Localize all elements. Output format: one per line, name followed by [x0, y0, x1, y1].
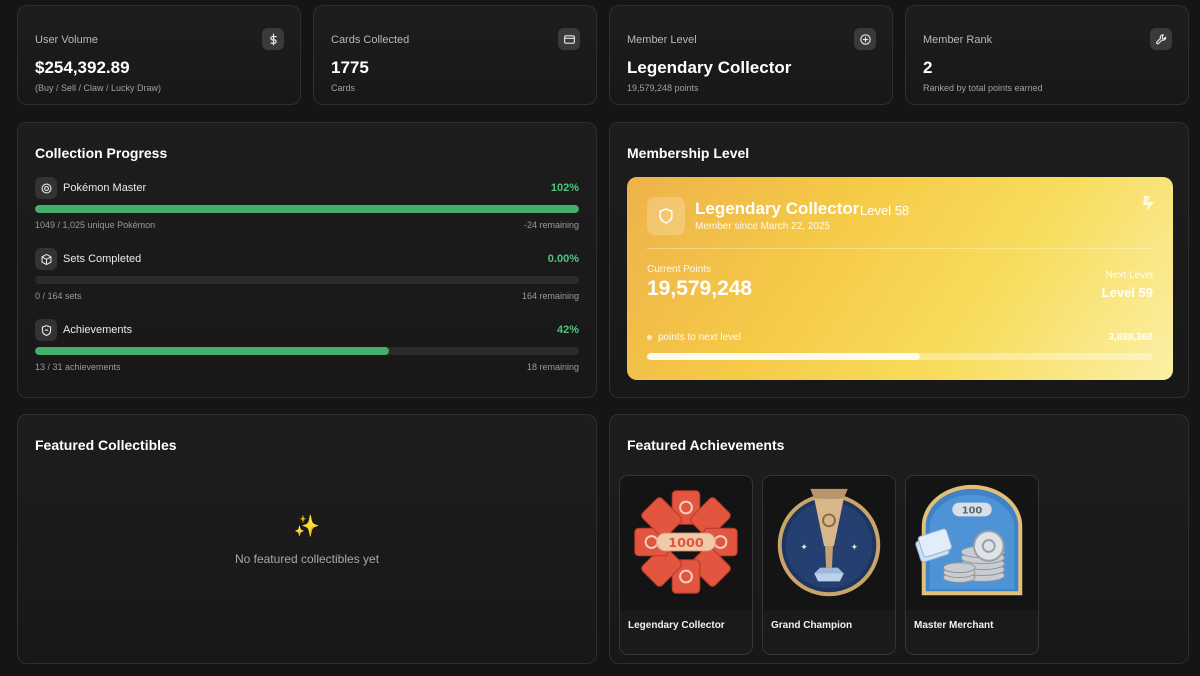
- next-level-value: Level 59: [1101, 285, 1153, 300]
- member-since: Member since March 22, 2025: [695, 221, 831, 232]
- progress-sets-completed: Sets Completed 0.00% 0 / 164 sets 164 re…: [35, 248, 579, 310]
- badge-icon: [35, 319, 57, 341]
- empty-state-text: No featured collectibles yet: [234, 552, 380, 566]
- section-title: Membership Level: [627, 145, 750, 161]
- stat-value: Legendary Collector: [627, 58, 792, 77]
- progress-name: Sets Completed: [63, 253, 142, 265]
- stat-label: Member Rank: [923, 34, 993, 46]
- stat-card-cards-collected: Cards Collected 1775 Cards: [313, 5, 597, 105]
- progress-count: 13 / 31 achievements: [35, 362, 121, 372]
- progress-percent: 102%: [550, 182, 579, 194]
- progress-track: [35, 347, 579, 355]
- progress-fill: [35, 347, 389, 355]
- target-icon: [35, 177, 57, 199]
- stat-card-member-rank: Member Rank 2 Ranked by total points ear…: [905, 5, 1189, 105]
- stat-subtext: Ranked by total points earned: [923, 83, 1043, 93]
- progress-name: Achievements: [63, 324, 133, 336]
- achievement-name: Legendary Collector: [628, 620, 725, 631]
- svg-text:100: 100: [962, 505, 983, 516]
- progress-remaining: 18 remaining: [526, 362, 579, 372]
- membership-level-panel: Membership Level Legendary Collector Lev…: [609, 122, 1189, 398]
- bullet-icon: [647, 335, 652, 340]
- current-points-value: 19,579,248: [647, 277, 753, 300]
- points-to-next-label: points to next level: [658, 332, 741, 343]
- stat-subtext: 19,579,248 points: [627, 83, 699, 93]
- sparkles-icon: ✨: [293, 515, 321, 538]
- progress-achievements: Achievements 42% 13 / 31 achievements 18…: [35, 319, 579, 381]
- achievement-card[interactable]: ✦ ✦ Grand Champion: [762, 475, 896, 655]
- progress-track: [35, 276, 579, 284]
- membership-level-number: Level 58: [860, 203, 910, 218]
- divider: [647, 248, 1153, 249]
- dashboard: User Volume $254,392.89 (Buy / Sell / Cl…: [0, 0, 1200, 676]
- svg-text:✦: ✦: [800, 543, 808, 553]
- section-title: Featured Achievements: [627, 437, 785, 453]
- stat-card-member-level: Member Level Legendary Collector 19,579,…: [609, 5, 893, 105]
- level-progress-fill: [647, 353, 921, 360]
- progress-remaining: 164 remaining: [521, 291, 579, 301]
- section-title: Collection Progress: [35, 145, 168, 161]
- sparkle-icon: [1141, 194, 1157, 214]
- stat-label: Cards Collected: [331, 34, 410, 46]
- points-to-next-value: 3,898,368: [1108, 332, 1154, 343]
- stat-card-user-volume: User Volume $254,392.89 (Buy / Sell / Cl…: [17, 5, 301, 105]
- level-progress-track: [647, 353, 1153, 360]
- stat-subtext: Cards: [331, 83, 356, 93]
- stat-subtext: (Buy / Sell / Claw / Lucky Draw): [35, 83, 162, 93]
- stat-label: Member Level: [627, 34, 697, 46]
- progress-count: 1049 / 1,025 unique Pokémon: [35, 220, 156, 230]
- featured-collectibles-panel: Featured Collectibles ✨ No featured coll…: [17, 414, 597, 664]
- progress-percent: 42%: [556, 324, 579, 336]
- achievement-card[interactable]: 1000 Legendary Collector: [619, 475, 753, 655]
- progress-track: [35, 205, 579, 213]
- section-title: Featured Collectibles: [35, 437, 177, 453]
- trophy-icon: ✦ ✦: [763, 476, 895, 610]
- progress-count: 0 / 164 sets: [35, 291, 82, 301]
- membership-card[interactable]: Legendary Collector Level 58 Member sinc…: [627, 177, 1173, 380]
- coins-icon: 100: [906, 476, 1038, 610]
- membership-level-name: Legendary Collector: [695, 199, 860, 218]
- stat-label: User Volume: [35, 34, 98, 46]
- wrench-icon: [1150, 28, 1172, 50]
- collection-progress-panel: Collection Progress Pokémon Master 102% …: [17, 122, 597, 398]
- progress-remaining: -24 remaining: [523, 220, 579, 230]
- next-level-label: Next Level: [1105, 270, 1153, 281]
- achievement-name: Grand Champion: [771, 620, 853, 631]
- progress-percent: 0.00%: [547, 253, 579, 265]
- featured-achievements-panel: Featured Achievements 1000 Legendary Col…: [609, 414, 1189, 664]
- card-icon: [558, 28, 580, 50]
- stat-value: 2: [923, 58, 933, 77]
- achievement-card[interactable]: 100 Master Merchant: [905, 475, 1039, 655]
- shield-icon: [647, 197, 685, 235]
- achievement-name: Master Merchant: [914, 620, 994, 631]
- dollar-icon: [262, 28, 284, 50]
- stat-value: $254,392.89: [35, 58, 130, 77]
- svg-text:1000: 1000: [668, 536, 704, 551]
- collector-badge-icon: 1000: [620, 476, 752, 610]
- progress-name: Pokémon Master: [63, 182, 147, 194]
- plus-circle-icon: [854, 28, 876, 50]
- stat-value: 1775: [331, 58, 369, 77]
- progress-pokemon-master: Pokémon Master 102% 1049 / 1,025 unique …: [35, 177, 579, 239]
- progress-fill: [35, 205, 579, 213]
- current-points-label: Current Points: [647, 264, 711, 275]
- box-icon: [35, 248, 57, 270]
- svg-text:✦: ✦: [851, 543, 859, 553]
